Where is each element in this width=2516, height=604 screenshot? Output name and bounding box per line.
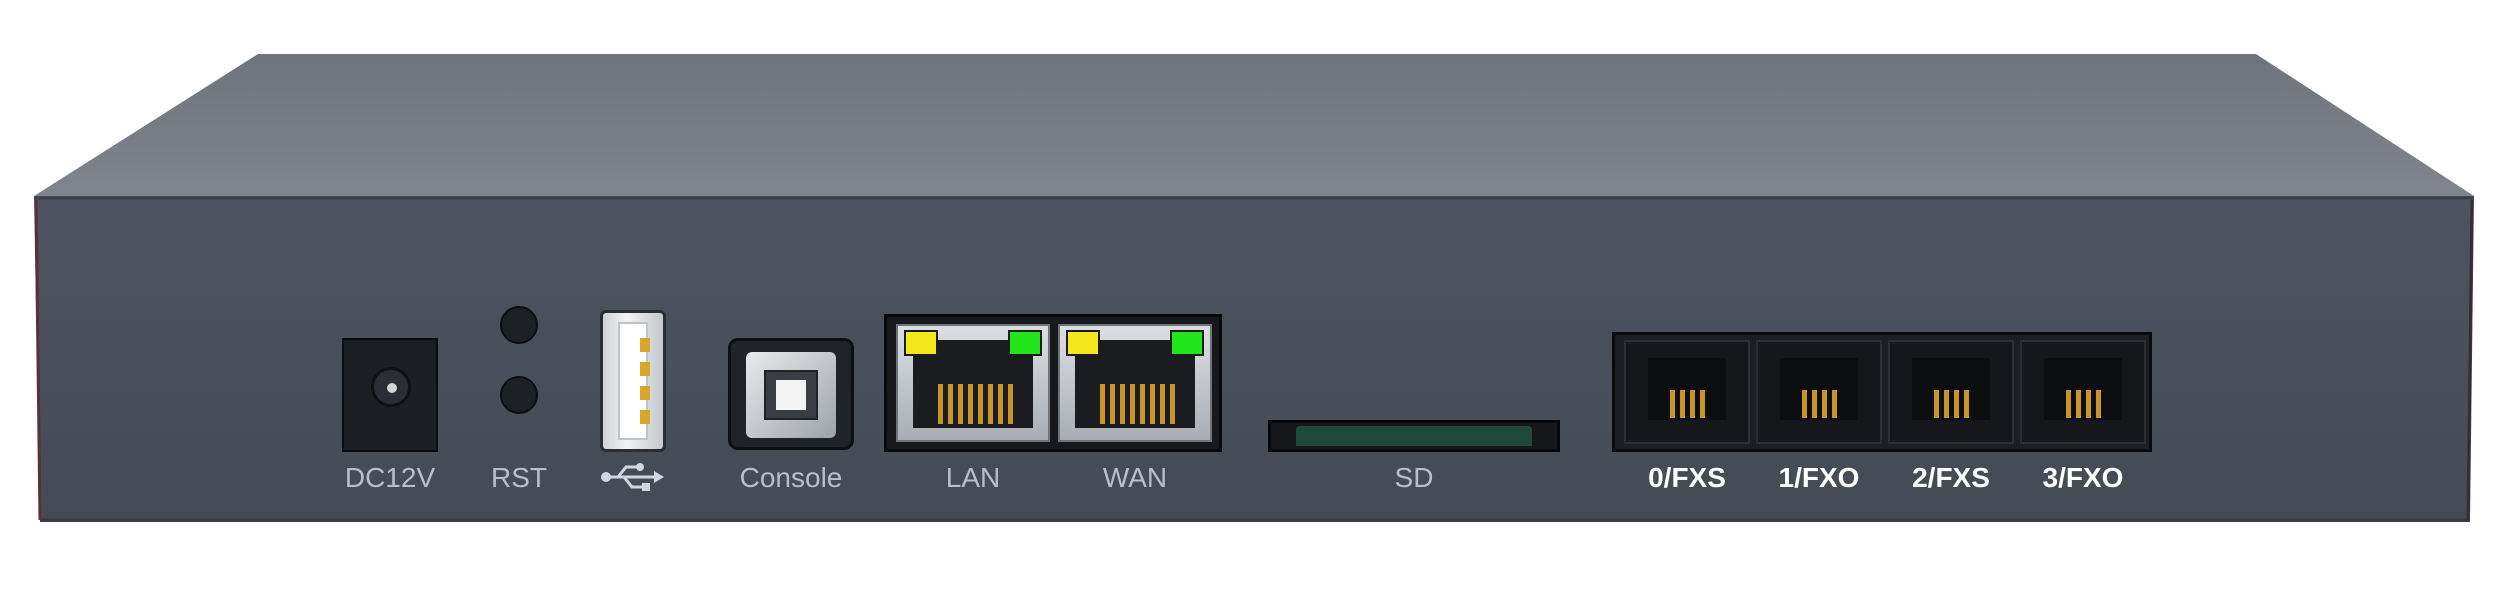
reset-button-top[interactable] [500,306,538,344]
rj11-pin [1944,390,1949,418]
rj11-pin [1822,390,1827,418]
usb-pin [640,338,650,352]
rj11-pin [1690,390,1695,418]
usb-pin [640,410,650,424]
contact [1120,384,1125,424]
rj11-pin [1700,390,1705,418]
contact [948,384,953,424]
rj11-pin [2066,390,2071,418]
contact [1008,384,1013,424]
usb-pin [640,362,650,376]
contact [1110,384,1115,424]
rj11-pin [1964,390,1969,418]
rj11-pin [2086,390,2091,418]
chassis-top [34,54,2474,196]
wan-activity-led [1066,330,1100,356]
rj11-port-icon [1648,358,1726,420]
contact [938,384,943,424]
lan-activity-led [904,330,938,356]
rj11-pin [1934,390,1939,418]
chassis [34,54,2474,522]
rj11-pin [1954,390,1959,418]
voip-gateway-rear-panel: DC12V RST Console LAN WAN SD 0/FXS 1/FXO… [0,0,2516,604]
contact [988,384,993,424]
lan-label: LAN [945,462,1001,493]
rj11-port-icon [2044,358,2122,420]
fxs2-label: 2/FXS [1912,462,1990,493]
contact [998,384,1003,424]
wan-link-led [1170,330,1204,356]
usb-pin [640,386,650,400]
rj11-pin [1680,390,1685,418]
contact [1160,384,1165,424]
contact [1140,384,1145,424]
wan-label: WAN [1102,462,1168,493]
fxs0-label: 0/FXS [1648,462,1726,493]
contact [1150,384,1155,424]
rj11-pin [1832,390,1837,418]
fxo3-label: 3/FXO [2042,462,2124,493]
sd-label: SD [1394,462,1434,493]
dc-pin [387,383,397,393]
contact [978,384,983,424]
rj11-pin [2076,390,2081,418]
contact [1170,384,1175,424]
console-core [776,380,806,410]
usb-icon [601,463,664,491]
rj11-pin [2096,390,2101,418]
contact [968,384,973,424]
reset-button-bottom[interactable] [500,376,538,414]
rst-label: RST [491,462,547,493]
lan-link-led [1008,330,1042,356]
dc12v-label: DC12V [344,462,436,493]
rj11-port-icon [1780,358,1858,420]
contact [1130,384,1135,424]
rj11-pin [1802,390,1807,418]
fxo1-label: 1/FXO [1778,462,1860,493]
rj11-pin [1670,390,1675,418]
rj11-port-icon [1912,358,1990,420]
rj11-pin [1812,390,1817,418]
contact [958,384,963,424]
console-label: Console [739,462,843,493]
sd-slot-icon [1296,426,1532,446]
contact [1100,384,1105,424]
